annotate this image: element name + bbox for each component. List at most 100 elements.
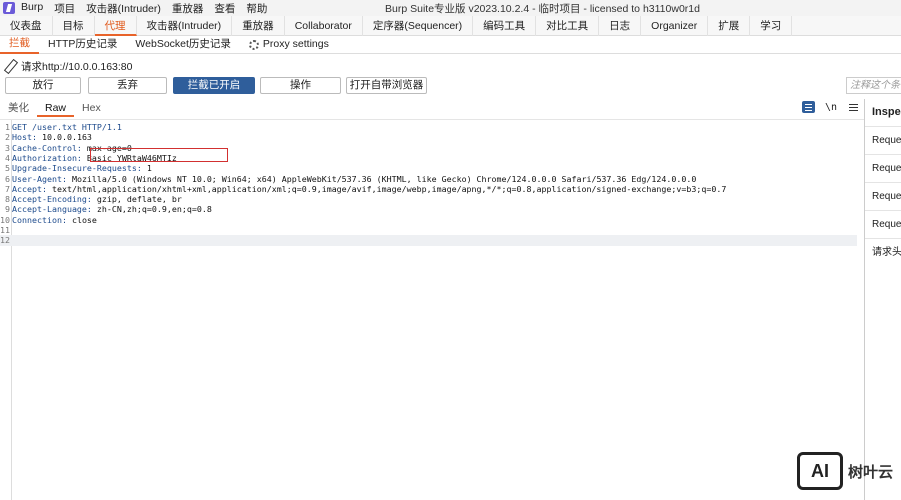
tab-hex[interactable]: Hex	[74, 99, 109, 117]
header-name: Accept-Encoding:	[12, 194, 92, 205]
list-view-icon[interactable]	[801, 101, 815, 113]
forward-button[interactable]: 放行	[5, 77, 81, 94]
header-name: User-Agent:	[12, 173, 67, 184]
open-browser-button[interactable]: 打开自带浏览器	[346, 77, 427, 94]
menu-view[interactable]: 查看	[214, 1, 235, 16]
header-value: Mozilla/5.0 (Windows NT 10.0; Win64; x64…	[66, 173, 697, 184]
header-name: Authorization:	[12, 152, 82, 163]
header-value: zh-CN,zh;q=0.9,en;q=0.8	[91, 204, 212, 215]
menu-bar: Burp 项目 攻击器(Intruder) 重放器 查看 帮助	[21, 1, 278, 16]
header-value: 1	[141, 163, 152, 174]
line-number: 6	[5, 173, 10, 184]
request-editor[interactable]: 1 GET /user.txt HTTP/1.1 2 Host: 10.0.0.163…	[0, 119, 864, 500]
line-number: 9	[5, 204, 10, 215]
header-name: Cache-Control:	[12, 142, 82, 153]
tab-proxy-settings[interactable]: Proxy settings	[240, 36, 338, 54]
pencil-icon[interactable]	[3, 59, 17, 73]
inspector-query-params[interactable]: Request query parameters	[865, 154, 901, 182]
line-number: 4	[5, 152, 10, 163]
window-title: Burp Suite专业版 v2023.10.2.4 - 临时项目 - lice…	[385, 3, 700, 15]
request-line[interactable]: 8 Accept-Encoding: gzip, deflate, br	[0, 194, 857, 204]
burp-logo-icon	[3, 2, 15, 14]
hamburger-menu-icon[interactable]	[849, 106, 858, 108]
request-line[interactable]: 1 GET /user.txt HTTP/1.1	[0, 122, 857, 132]
request-target-label: 请求http://10.0.0.163:80	[21, 60, 133, 73]
tab-intruder[interactable]: 攻击器(Intruder)	[137, 16, 233, 36]
watermark: AI 树叶云	[797, 452, 893, 490]
inspector-cookies[interactable]: Request cookies	[865, 210, 901, 238]
menu-repeater[interactable]: 重放器	[172, 1, 204, 16]
menu-burp[interactable]: Burp	[21, 1, 43, 16]
header-value: 10.0.0.163	[36, 132, 92, 143]
inspector-panel: Inspector Request attributes Request que…	[864, 99, 901, 500]
tab-extensions[interactable]: 扩展	[708, 16, 751, 36]
tab-logger[interactable]: 日志	[599, 16, 642, 36]
tab-learn[interactable]: 学习	[750, 16, 793, 36]
watermark-text: 树叶云	[848, 463, 894, 481]
intercept-toggle-button[interactable]: 拦截已开启	[173, 77, 255, 94]
tab-organizer[interactable]: Organizer	[641, 16, 709, 36]
proxy-settings-label: Proxy settings	[262, 38, 329, 50]
tab-collaborator[interactable]: Collaborator	[285, 16, 363, 36]
inspector-body-params[interactable]: Request body parameters	[865, 182, 901, 210]
request-line[interactable]: 6 User-Agent: Mozilla/5.0 (Windows NT 10.…	[0, 174, 857, 184]
header-name: Connection:	[12, 214, 67, 225]
tab-decoder[interactable]: 编码工具	[473, 16, 537, 36]
tab-websocket-history[interactable]: WebSocket历史记录	[126, 36, 240, 54]
header-name: Accept:	[12, 183, 47, 194]
header-name: Accept-Language:	[12, 204, 92, 215]
main-tabs: 仪表盘 目标 代理 攻击器(Intruder) 重放器 Collaborator…	[0, 16, 901, 36]
request-line[interactable]: 7 Accept: text/html,application/xhtml+xml…	[0, 184, 857, 194]
request-line[interactable]: 11	[0, 225, 857, 235]
tab-target[interactable]: 目标	[53, 16, 95, 36]
tab-dashboard[interactable]: 仪表盘	[0, 16, 53, 36]
editor-tabs: 美化 Raw Hex \n	[0, 99, 864, 117]
line-number: 10	[0, 214, 10, 225]
inspector-headers[interactable]: 请求头	[865, 238, 901, 266]
newline-toggle-icon[interactable]: \n	[825, 102, 837, 113]
request-line[interactable]: 12	[0, 235, 857, 246]
inspector-request-attributes[interactable]: Request attributes	[865, 126, 901, 154]
intercept-toolbar: 放行 丢弃 拦截已开启 操作 打开自带浏览器 注释这个条目	[0, 77, 901, 95]
line-number: 11	[0, 225, 10, 235]
line-number: 7	[5, 183, 10, 194]
proxy-sub-tabs: 拦截 HTTP历史记录 WebSocket历史记录 Proxy settings	[0, 36, 901, 54]
tab-intercept[interactable]: 拦截	[0, 36, 39, 54]
menu-intruder[interactable]: 攻击器(Intruder)	[86, 1, 161, 16]
watermark-logo: AI	[797, 452, 843, 490]
line-number: 3	[5, 142, 10, 153]
title-bar: Burp 项目 攻击器(Intruder) 重放器 查看 帮助 Burp Sui…	[0, 0, 901, 16]
menu-help[interactable]: 帮助	[246, 1, 267, 16]
header-name: Upgrade-Insecure-Requests:	[12, 163, 142, 174]
header-name: GET /user.txt HTTP/1.1	[12, 122, 122, 132]
tab-repeater[interactable]: 重放器	[232, 16, 285, 36]
tab-comparer[interactable]: 对比工具	[536, 16, 600, 36]
tab-pretty[interactable]: 美化	[0, 99, 37, 117]
request-target: 请求http://10.0.0.163:80	[0, 58, 133, 74]
tab-proxy[interactable]: 代理	[94, 16, 137, 36]
action-button[interactable]: 操作	[260, 77, 341, 94]
request-line[interactable]: 5 Upgrade-Insecure-Requests: 1	[0, 163, 857, 173]
header-value: text/html,application/xhtml+xml,applicat…	[46, 183, 727, 194]
line-number: 12	[0, 235, 10, 246]
request-line[interactable]: 2 Host: 10.0.0.163	[0, 132, 857, 142]
tab-http-history[interactable]: HTTP历史记录	[39, 36, 126, 54]
drop-button[interactable]: 丢弃	[88, 77, 167, 94]
request-line[interactable]: 10 Connection: close	[0, 215, 857, 225]
tab-sequencer[interactable]: 定序器(Sequencer)	[363, 16, 474, 36]
authorization-highlight	[90, 148, 228, 162]
gear-icon	[248, 39, 259, 50]
editor-icons: \n	[801, 101, 858, 113]
header-value: close	[66, 214, 97, 225]
inspector-title: Inspector	[872, 106, 901, 118]
line-number: 8	[5, 194, 10, 205]
line-number: 2	[5, 132, 10, 143]
request-line[interactable]: 9 Accept-Language: zh-CN,zh;q=0.9,en;q=0.…	[0, 204, 857, 214]
header-name: Host:	[12, 132, 37, 143]
line-number: 5	[5, 163, 10, 174]
comment-input[interactable]: 注释这个条目	[846, 77, 901, 94]
menu-project[interactable]: 项目	[54, 1, 75, 16]
tab-raw[interactable]: Raw	[37, 99, 75, 117]
header-value: gzip, deflate, br	[91, 194, 182, 205]
line-number: 1	[5, 122, 10, 132]
